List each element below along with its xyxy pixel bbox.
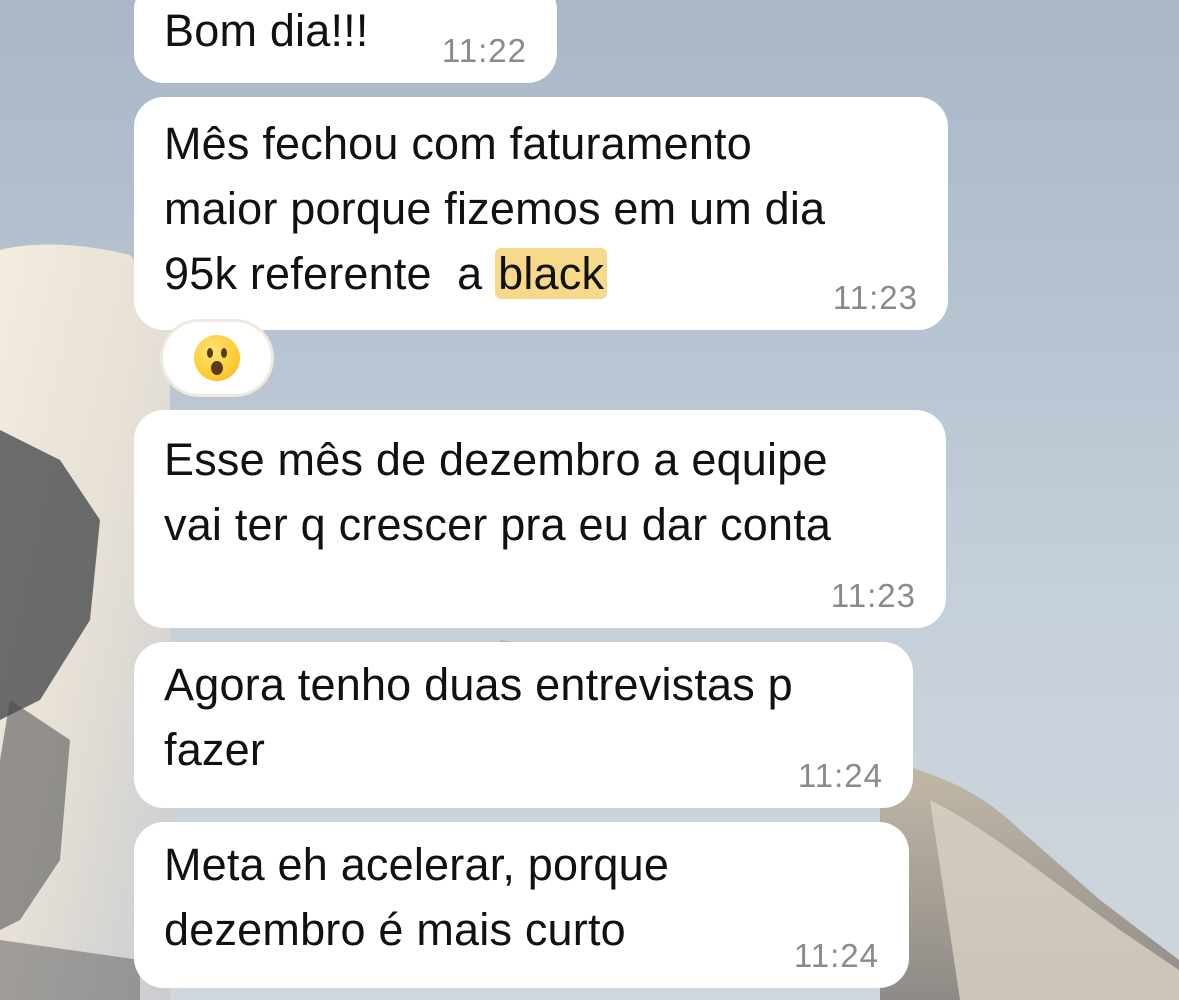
message-bubble[interactable]: Meta eh acelerar, porque dezembro é mais… xyxy=(134,822,909,988)
message-text: Agora tenho duas entrevistas p fazer xyxy=(164,652,883,782)
message-timestamp: 11:22 xyxy=(441,32,527,69)
message-text: Esse mês de dezembro a equipe vai ter q … xyxy=(164,427,916,557)
message-line: Agora tenho duas entrevistas p xyxy=(164,659,793,710)
message-line: 95k referente a xyxy=(164,248,496,299)
message-line: Esse mês de dezembro a equipe xyxy=(164,434,828,485)
message-line: fazer xyxy=(164,724,266,775)
message-bubble[interactable]: Mês fechou com faturamento maior porque … xyxy=(134,97,948,330)
message-timestamp: 11:24 xyxy=(793,937,879,974)
message-text: Mês fechou com faturamento maior porque … xyxy=(164,111,918,306)
message-bubble[interactable]: Agora tenho duas entrevistas p fazer 11:… xyxy=(134,642,913,808)
message-line: Mês fechou com faturamento xyxy=(164,118,752,169)
message-line: dezembro é mais curto xyxy=(164,904,626,955)
message-line: Meta eh acelerar, porque xyxy=(164,839,670,890)
highlighted-word: black xyxy=(495,248,608,299)
message-timestamp: 11:24 xyxy=(797,757,883,794)
message-bubble[interactable]: Esse mês de dezembro a equipe vai ter q … xyxy=(134,410,946,628)
reaction-badge[interactable] xyxy=(163,322,271,394)
message-line: vai ter q crescer pra eu dar conta xyxy=(164,499,832,550)
message-text: Meta eh acelerar, porque dezembro é mais… xyxy=(164,832,879,962)
message-bubble[interactable]: Bom dia!!! 11:22 xyxy=(134,0,557,83)
message-line: maior porque fizemos em um dia xyxy=(164,183,826,234)
message-timestamp: 11:23 xyxy=(832,279,918,316)
astonished-face-emoji-icon xyxy=(194,335,240,381)
message-timestamp: 11:23 xyxy=(830,577,916,614)
